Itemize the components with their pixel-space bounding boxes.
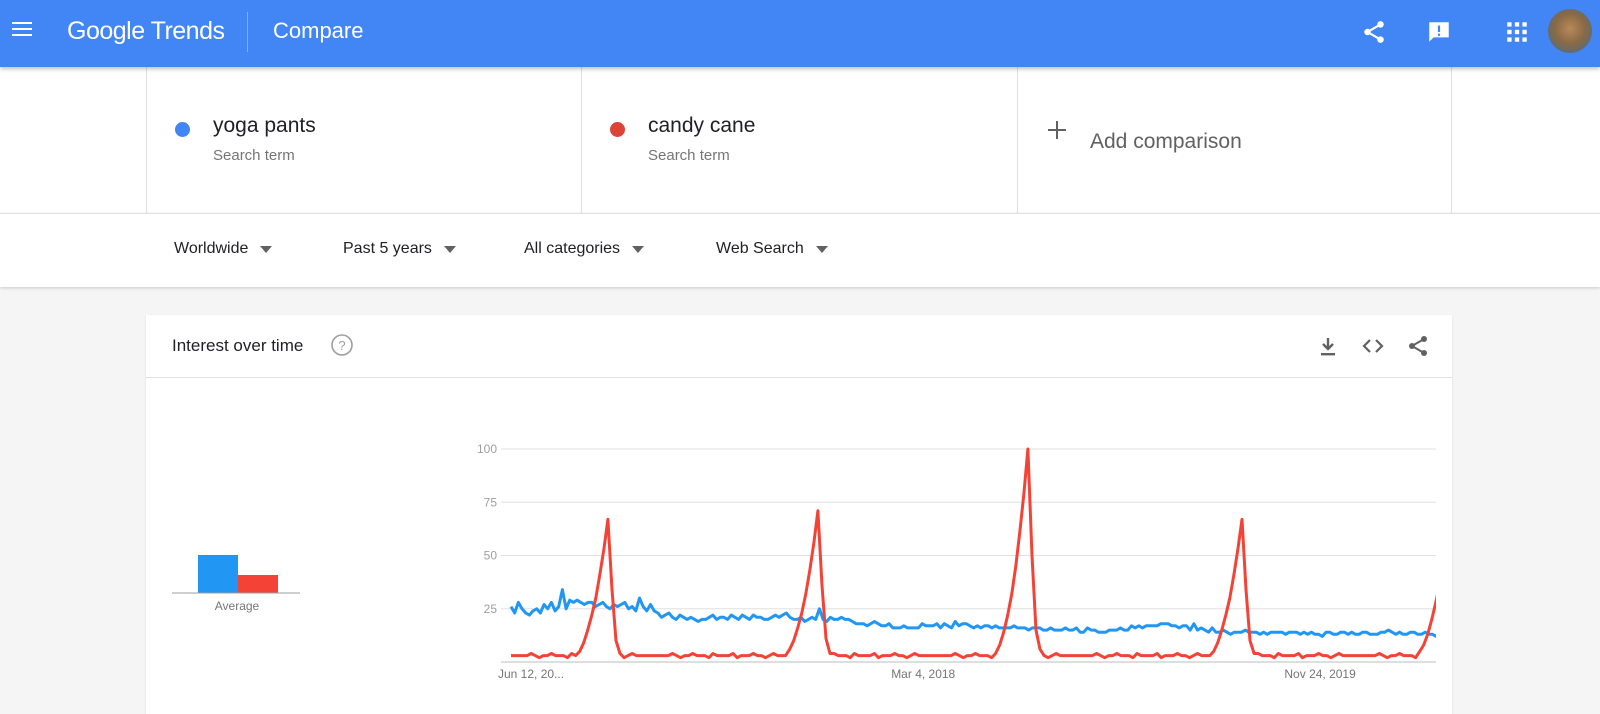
apps-icon[interactable]	[1504, 19, 1530, 45]
filter-search-type-label: Web Search	[716, 240, 804, 257]
chevron-down-icon	[443, 245, 456, 253]
chevron-down-icon	[632, 245, 645, 253]
term-type: Search term	[648, 147, 730, 164]
y-tick-label: 100	[477, 442, 497, 456]
compare-bar: yoga pants Search term candy cane Search…	[0, 67, 1600, 213]
filter-search-type[interactable]: Web Search	[716, 240, 828, 258]
chevron-down-icon	[260, 245, 273, 253]
y-tick-label: 50	[484, 549, 498, 563]
svg-text:?: ?	[338, 338, 345, 353]
card-title: Interest over time	[172, 336, 304, 355]
filter-time-range[interactable]: Past 5 years	[343, 240, 456, 258]
y-tick-label: 25	[484, 602, 498, 616]
term-card-candy-cane[interactable]: candy cane Search term	[581, 67, 1017, 213]
share-icon[interactable]	[1406, 334, 1430, 358]
term-color-dot	[610, 122, 625, 137]
x-tick-label: Nov 24, 2019	[1284, 667, 1356, 681]
header-divider	[247, 12, 248, 52]
feedback-icon[interactable]	[1426, 19, 1452, 45]
interest-line-chart: 25 50 75 100 Jun 12, 20... Mar 4, 2018 Nov 24…	[477, 442, 1436, 681]
x-tick-label: Jun 12, 20...	[498, 667, 564, 681]
average-bar-candy-cane	[238, 575, 278, 593]
filter-location-label: Worldwide	[174, 240, 249, 257]
term-name[interactable]: candy cane	[648, 114, 755, 138]
term-card-yoga-pants[interactable]: yoga pants Search term	[146, 67, 581, 213]
download-icon[interactable]	[1316, 334, 1340, 358]
embed-icon[interactable]	[1361, 334, 1385, 358]
page-title: Compare	[273, 18, 364, 43]
google-trends-logo[interactable]: Google Trends	[67, 17, 225, 46]
menu-icon[interactable]	[10, 17, 34, 41]
share-icon[interactable]	[1361, 19, 1387, 45]
filter-category[interactable]: All categories	[524, 240, 645, 258]
interest-over-time-card: Interest over time ? Average 25 50 75 100 J…	[146, 315, 1452, 714]
filter-bar: Worldwide Past 5 years All categories We…	[0, 213, 1600, 287]
plus-icon	[1048, 121, 1066, 139]
top-app-bar: Google Trends Compare	[0, 0, 1600, 67]
average-bar-yoga-pants	[198, 555, 238, 593]
add-comparison-label: Add comparison	[1090, 130, 1242, 153]
series-line-yoga-pants[interactable]	[509, 588, 1436, 639]
filter-location[interactable]: Worldwide	[174, 240, 273, 258]
filter-time-label: Past 5 years	[343, 240, 432, 257]
average-bar-chart: Average	[172, 555, 300, 613]
term-type: Search term	[213, 147, 295, 164]
average-label: Average	[215, 599, 260, 613]
term-name[interactable]: yoga pants	[213, 114, 316, 138]
chevron-down-icon	[815, 245, 828, 253]
x-tick-label: Mar 4, 2018	[891, 667, 955, 681]
card-header: Interest over time ?	[146, 315, 1452, 378]
term-color-dot	[175, 122, 190, 137]
add-comparison-button[interactable]: Add comparison	[1017, 67, 1452, 213]
y-tick-label: 75	[484, 495, 498, 509]
help-icon[interactable]: ?	[330, 333, 354, 357]
avatar[interactable]	[1548, 9, 1592, 53]
filter-category-label: All categories	[524, 240, 621, 257]
